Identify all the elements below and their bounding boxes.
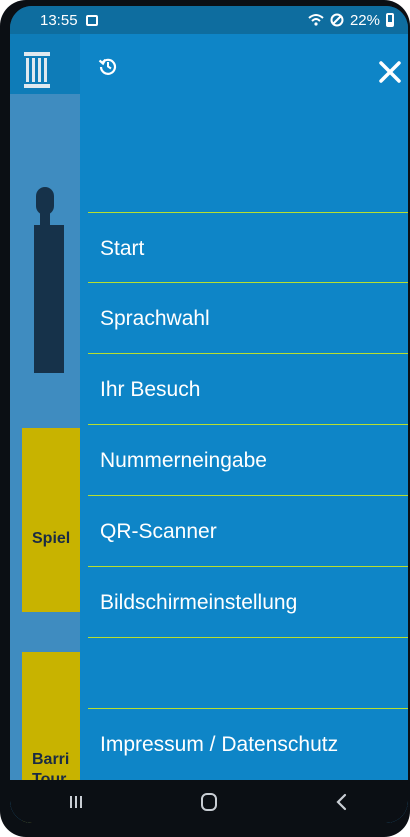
navigation-drawer: Start Sprachwahl Ihr Besuch Nummerneinga… <box>80 34 408 788</box>
menu-item-start[interactable]: Start <box>88 212 408 283</box>
statue-body <box>34 225 64 373</box>
status-time: 13:55 <box>40 11 78 29</box>
back-button[interactable] <box>322 787 362 817</box>
background-card-game-label: Spiel <box>32 530 71 547</box>
statue-neck <box>40 211 50 225</box>
menu-item-sprachwahl[interactable]: Sprachwahl <box>88 283 408 354</box>
menu-item-ihr-besuch[interactable]: Ihr Besuch <box>88 354 408 425</box>
status-bar: 13:55 22% <box>10 6 408 34</box>
pillar-icon <box>24 52 50 88</box>
background-topbar <box>10 34 80 94</box>
phone-frame: 13:55 22% Spiel Barri Start Sprachwahl I… <box>0 0 410 837</box>
background-card-game[interactable]: Spiel <box>22 428 82 612</box>
close-button[interactable] <box>372 54 408 90</box>
menu-spacer <box>88 638 408 709</box>
system-navigation-bar <box>10 780 408 823</box>
do-not-disturb-icon <box>330 13 344 27</box>
close-icon <box>379 61 401 83</box>
screen: 13:55 22% Spiel Barri Start Sprachwahl I… <box>10 6 408 823</box>
menu-item-bildschirmeinstellung[interactable]: Bildschirmeinstellung <box>88 567 408 638</box>
status-left: 13:55 <box>40 12 98 29</box>
wifi-icon <box>308 14 324 26</box>
recent-apps-button[interactable] <box>56 787 96 817</box>
statue-image <box>34 187 64 377</box>
battery-icon <box>386 13 394 27</box>
history-icon[interactable] <box>98 56 118 76</box>
home-icon <box>200 792 217 811</box>
back-icon <box>336 793 346 810</box>
menu-item-nummerneingabe[interactable]: Nummerneingabe <box>88 425 408 496</box>
status-right: 22% <box>308 12 394 29</box>
drawer-menu: Start Sprachwahl Ihr Besuch Nummerneinga… <box>88 212 408 780</box>
message-icon <box>85 14 98 26</box>
menu-item-impressum[interactable]: Impressum / Datenschutz <box>88 709 408 780</box>
battery-percent: 22% <box>349 11 380 29</box>
home-button[interactable] <box>189 787 229 817</box>
recent-apps-icon <box>70 795 83 808</box>
menu-item-qr-scanner[interactable]: QR-Scanner <box>88 496 408 567</box>
